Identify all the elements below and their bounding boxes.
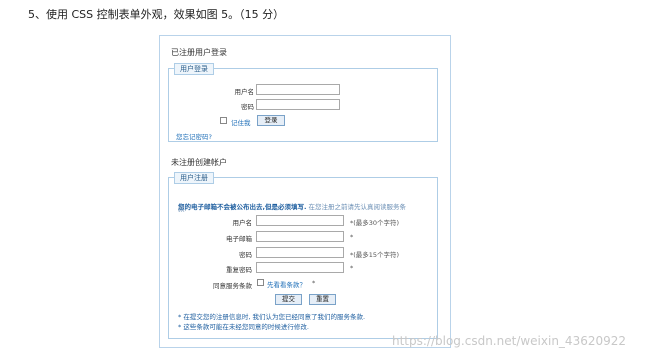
reg-email-hint: *	[350, 233, 354, 241]
login-password-label: 密码	[241, 103, 254, 111]
reg-email-input[interactable]	[256, 231, 344, 242]
reg-password-label: 密码	[239, 251, 252, 259]
submit-button[interactable]: 提交	[275, 294, 302, 305]
remember-checkbox[interactable]	[220, 117, 227, 124]
reg-repeat-hint: *	[350, 264, 354, 272]
question-title: 5、使用 CSS 控制表单外观，效果如图 5。（15 分）	[28, 8, 285, 21]
login-section-title: 已注册用户登录	[171, 48, 227, 57]
terms-link[interactable]: 先看看条款？	[267, 279, 306, 289]
terms-star: *	[312, 279, 316, 287]
register-section-title: 未注册创建帐户	[171, 158, 227, 167]
reg-email-label: 电子邮箱	[226, 235, 252, 243]
notice-bold: 您的电子邮箱不会被公布出去,但是必须填写.	[178, 203, 307, 211]
login-button[interactable]: 登录	[257, 115, 285, 126]
reg-password-hint: *(最多15个字符)	[350, 251, 400, 259]
terms-checkbox[interactable]	[257, 279, 264, 286]
reset-button[interactable]: 重置	[309, 294, 336, 305]
notice-light: 在您注册之前请先认真阅读服务条	[306, 203, 407, 211]
register-footer-2: * 这些条款可能在未经您同意的时候进行修改.	[178, 323, 309, 331]
notice-light-end: 款.	[178, 205, 187, 213]
watermark: https://blog.csdn.net/weixin_43620922	[392, 334, 627, 348]
forgot-password-link[interactable]: 您忘记密码?	[176, 131, 212, 141]
register-notice: 您的电子邮箱不会被公布出去,但是必须填写. 在您注册之前请先认真阅读服务条	[178, 194, 406, 213]
login-legend: 用户登录	[174, 63, 214, 75]
login-username-label: 用户名	[234, 88, 255, 96]
reg-username-label: 用户名	[232, 219, 253, 227]
terms-label: 同意服务条款	[213, 282, 252, 290]
reg-username-hint: *(最多30个字符)	[350, 219, 400, 227]
reg-username-input[interactable]	[256, 215, 344, 226]
login-password-input[interactable]	[256, 99, 340, 110]
reg-repeat-label: 重复密码	[226, 266, 252, 274]
login-username-input[interactable]	[256, 84, 340, 95]
register-footer-1: * 在提交您的注册信息时, 我们认为您已经同意了我们的服务条款.	[178, 313, 366, 321]
remember-label[interactable]: 记住我	[231, 117, 251, 127]
reg-password-input[interactable]	[256, 247, 344, 258]
reg-repeat-input[interactable]	[256, 262, 344, 273]
register-legend: 用户注册	[174, 172, 214, 184]
